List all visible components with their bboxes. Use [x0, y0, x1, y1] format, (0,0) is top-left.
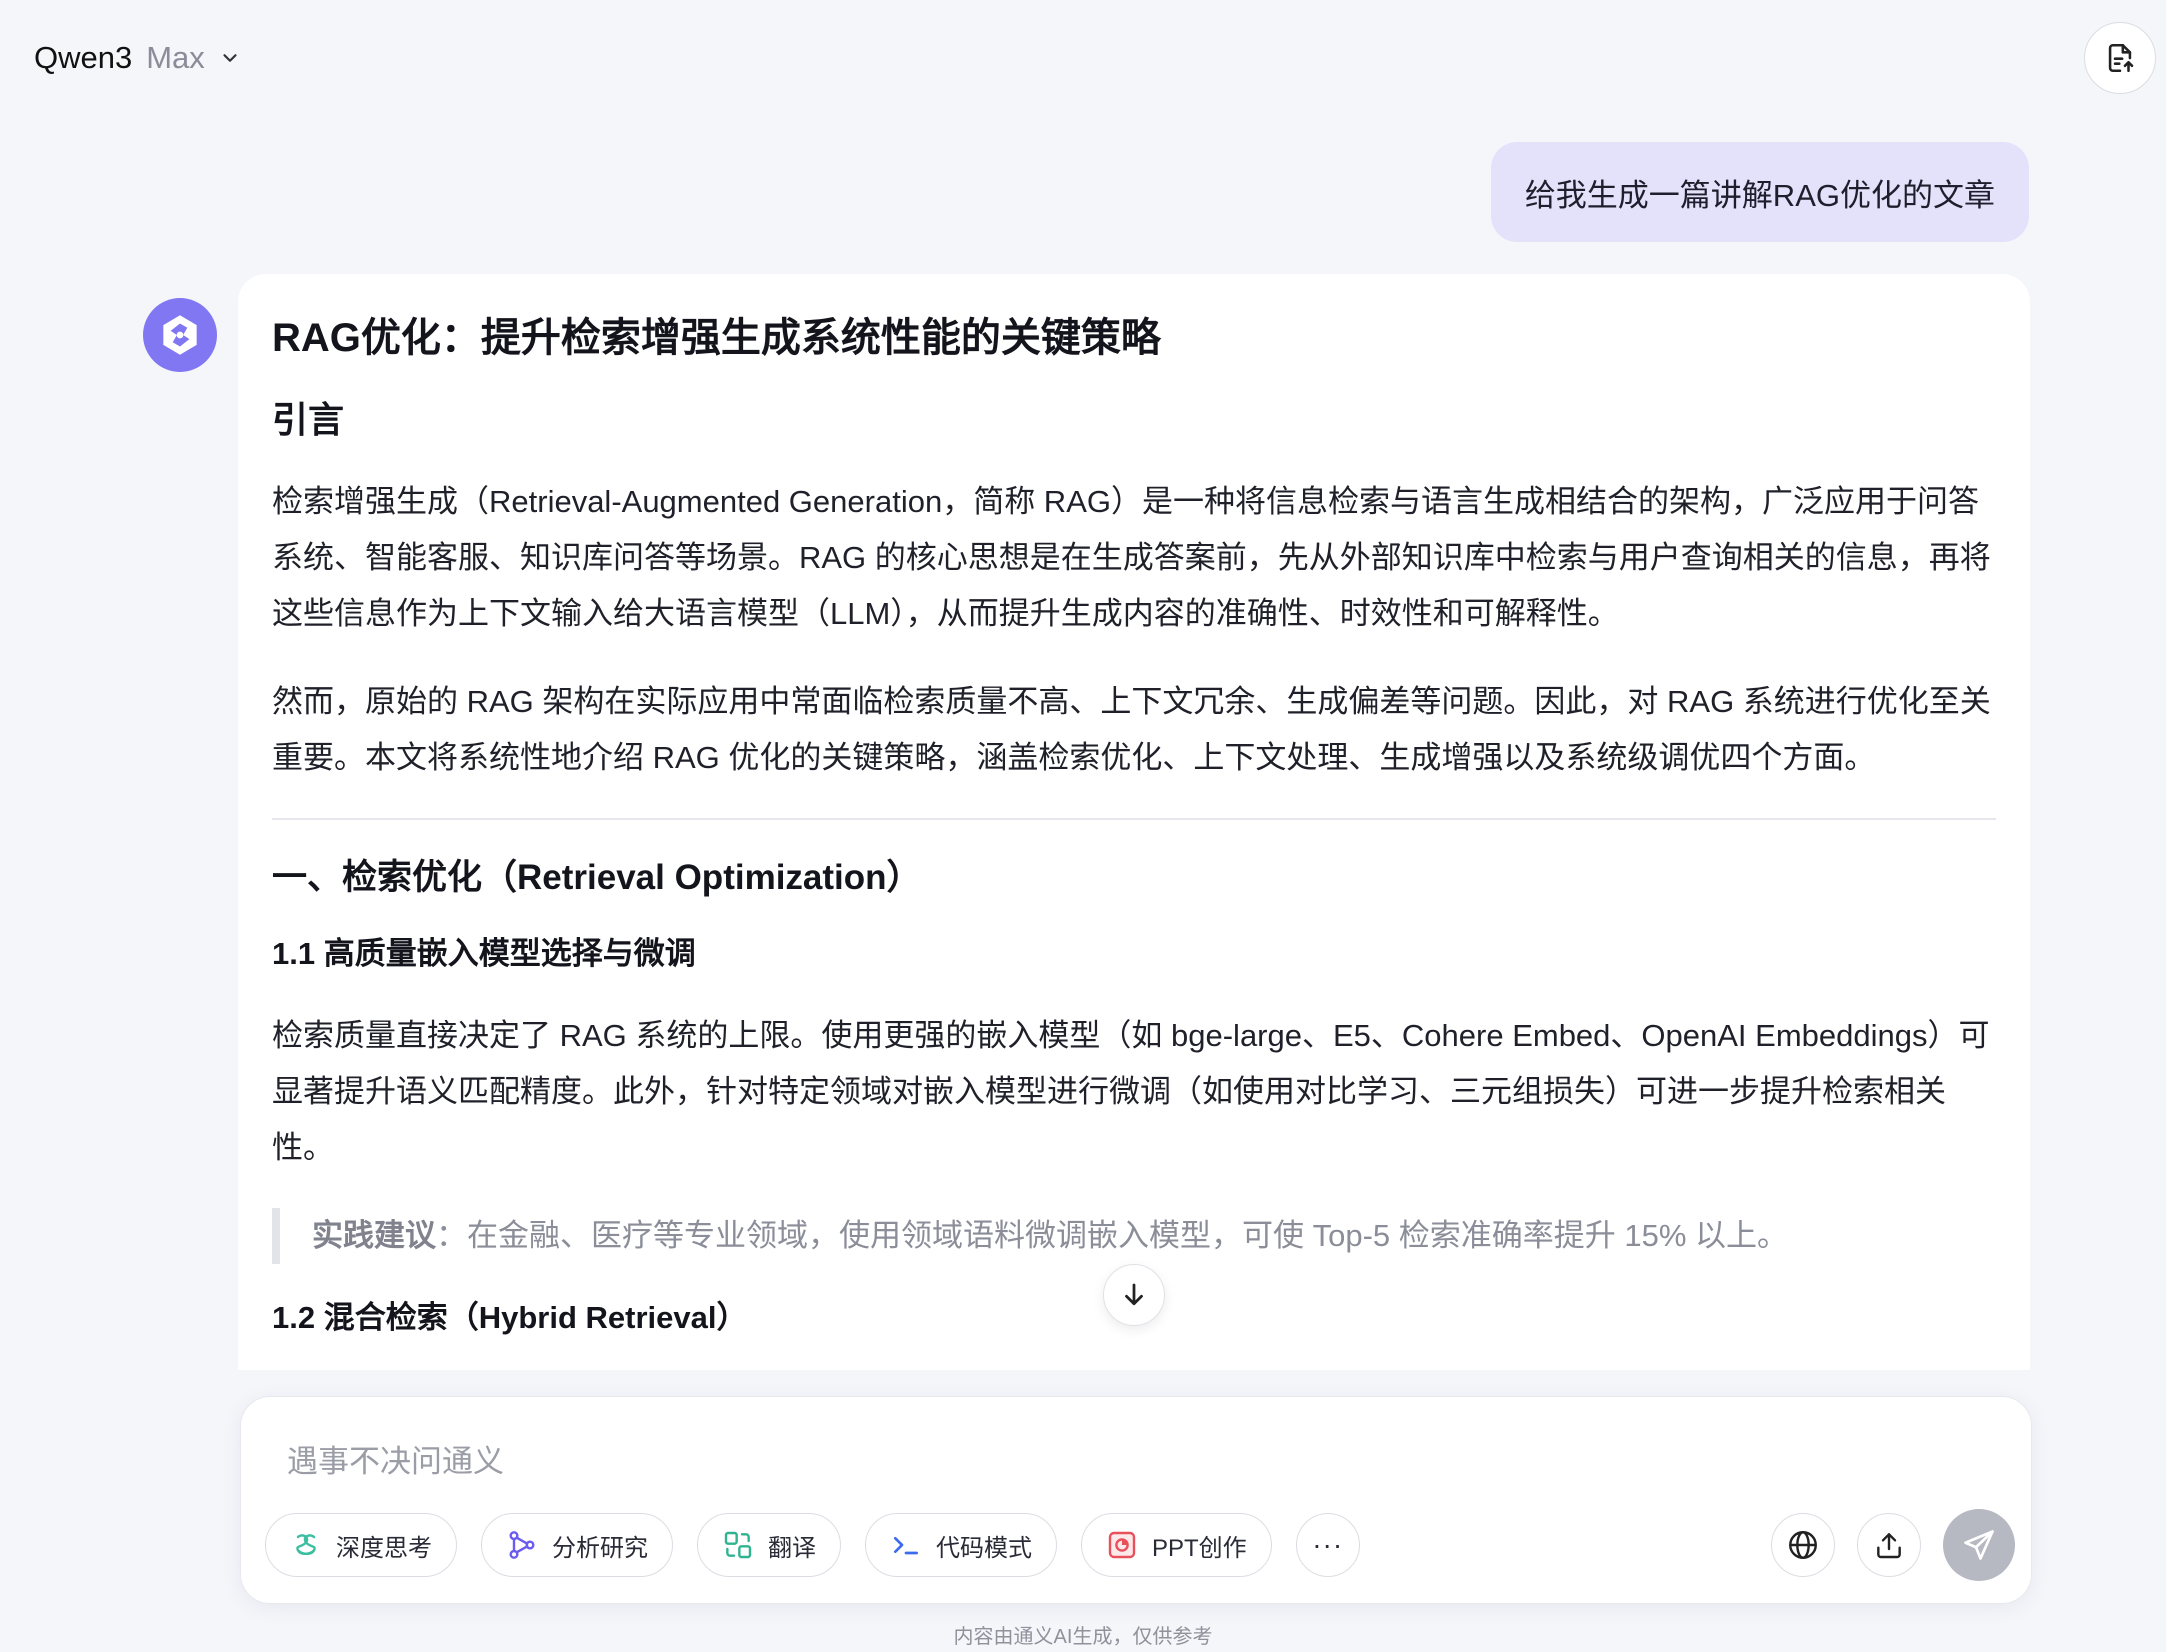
chevron-down-icon [223, 54, 237, 62]
footer-disclaimer: 内容由通义AI生成，仅供参考 [953, 1626, 1213, 1648]
translate-label: 翻译 [768, 1534, 816, 1562]
tip-text: 在金融、医疗等专业领域，使用领域语料微调嵌入模型，可使 Top-5 检索准确率提… [467, 1218, 1789, 1253]
more-icon: ··· [1312, 1529, 1344, 1560]
scroll-to-bottom-button[interactable] [1103, 1264, 1165, 1326]
paper-plane-icon [1964, 1530, 1994, 1560]
deep-think-button[interactable]: 深度思考 [265, 1513, 457, 1577]
subsection-1-1-paragraph: 检索质量直接决定了 RAG 系统的上限。使用更强的嵌入模型（如 bge-larg… [272, 1018, 1990, 1165]
ppt-create-label: PPT创作 [1152, 1534, 1247, 1562]
intro-heading: 引言 [272, 399, 345, 440]
code-mode-label: 代码模式 [936, 1534, 1032, 1562]
section-divider [272, 818, 1996, 820]
model-selector[interactable]: Qwen3 Max [34, 40, 241, 76]
intro-paragraph-1: 检索增强生成（Retrieval-Augmented Generation，简称… [272, 484, 1991, 631]
document-upload-icon [2108, 43, 2134, 73]
practice-tip-quote: 实践建议：在金融、医疗等专业领域，使用领域语料微调嵌入模型，可使 Top-5 检… [272, 1208, 1996, 1264]
composer-actions [1771, 1509, 2015, 1581]
qwen-logo-icon [163, 315, 197, 355]
composer-tools: 深度思考 分析研究 翻译 代码模式 PPT创作 ··· [265, 1513, 1360, 1577]
tip-separator: ： [436, 1218, 467, 1253]
intro-paragraph-2: 然而，原始的 RAG 架构在实际应用中常面临检索质量不高、上下文冗余、生成偏差等… [272, 684, 1991, 775]
more-tools-button[interactable]: ··· [1295, 1513, 1360, 1577]
assistant-avatar [143, 298, 217, 372]
composer: 深度思考 分析研究 翻译 代 [240, 1396, 2032, 1604]
section-1-heading: 一、检索优化（Retrieval Optimization） [272, 858, 922, 897]
document-upload-button[interactable] [2084, 22, 2156, 94]
web-search-toggle[interactable] [1771, 1513, 1835, 1577]
globe-icon [1789, 1531, 1817, 1559]
user-message-bubble: 给我生成一篇讲解RAG优化的文章 [1490, 142, 2029, 242]
research-button[interactable]: 分析研究 [481, 1513, 673, 1577]
answer-title: RAG优化：提升检索增强生成系统性能的关键策略 [272, 316, 1161, 360]
research-icon [509, 1531, 535, 1559]
assistant-answer-card: RAG优化：提升检索增强生成系统性能的关键策略 引言 检索增强生成（Retrie… [238, 274, 2030, 1370]
translate-button[interactable]: 翻译 [697, 1513, 841, 1577]
model-variant: Max [146, 40, 205, 75]
terminal-icon [894, 1537, 918, 1555]
subsection-1-1-heading: 1.1 高质量嵌入模型选择与微调 [272, 936, 696, 971]
research-label: 分析研究 [552, 1534, 648, 1562]
ppt-create-button[interactable]: PPT创作 [1081, 1513, 1272, 1577]
arrow-down-icon [1125, 1283, 1143, 1306]
ppt-icon [1108, 1531, 1136, 1559]
deep-think-label: 深度思考 [336, 1534, 432, 1562]
upload-button[interactable] [1857, 1513, 1921, 1577]
deep-think-icon [296, 1534, 316, 1556]
translate-icon [724, 1531, 752, 1559]
tip-label: 实践建议 [312, 1218, 436, 1253]
model-name: Qwen3 [34, 40, 133, 75]
answer-content: RAG优化：提升检索增强生成系统性能的关键策略 引言 检索增强生成（Retrie… [272, 308, 1996, 1342]
chat-input[interactable] [287, 1437, 1787, 1487]
code-mode-button[interactable]: 代码模式 [865, 1513, 1057, 1577]
user-message-text: 给我生成一篇讲解RAG优化的文章 [1524, 177, 1995, 213]
send-button[interactable] [1943, 1509, 2015, 1581]
upload-icon [1877, 1533, 1901, 1559]
chat-page: Qwen3 Max 给我生成一篇讲解RAG优化的文章 RAG优化：提升检索增强生… [0, 0, 2166, 1652]
